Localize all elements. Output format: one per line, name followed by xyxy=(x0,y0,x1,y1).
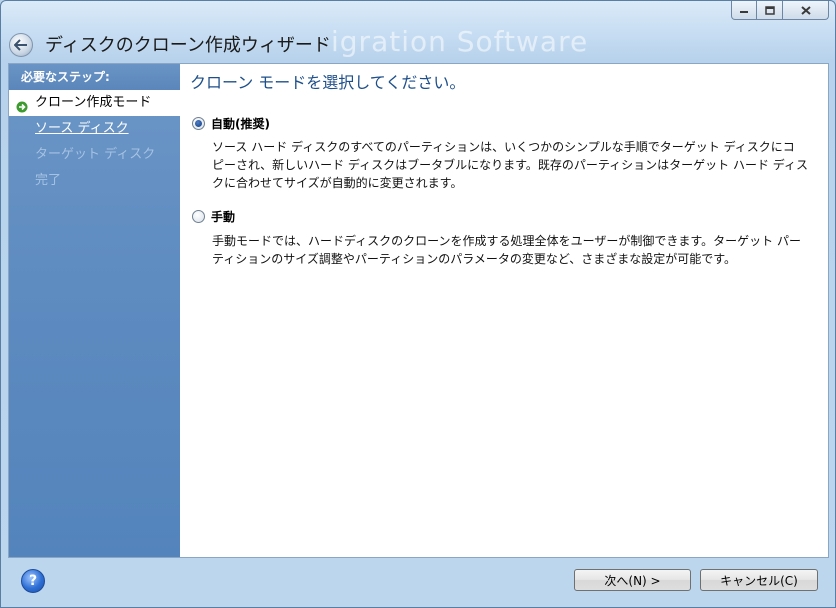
maximize-icon xyxy=(764,5,775,15)
step-label: クローン作成モード xyxy=(35,95,152,110)
step-target-disk: ターゲット ディスク xyxy=(35,147,156,162)
manual-label[interactable]: 手動 xyxy=(211,208,235,225)
cancel-button[interactable]: キャンセル(C) xyxy=(700,569,818,591)
steps-list: クローン作成モード ソース ディスク ターゲット ディスク 完了 xyxy=(9,90,180,194)
wizard-content: 必要なステップ: クローン作成モード ソース ディスク ターゲット ディスク 完… xyxy=(8,63,829,558)
next-button[interactable]: 次へ(N) > xyxy=(574,569,691,591)
minimize-button[interactable] xyxy=(731,1,757,20)
manual-radio[interactable] xyxy=(192,210,205,223)
step-source-disk[interactable]: ソース ディスク xyxy=(9,116,180,142)
main-panel: クローン モードを選択してください。 自動(推奨) ソース ハード ディスクのす… xyxy=(180,64,828,557)
wizard-footer: ? 次へ(N) > キャンセル(C) xyxy=(1,559,835,607)
window-title: ディスクのクローン作成ウィザード xyxy=(45,35,331,56)
automatic-radio[interactable] xyxy=(192,117,205,130)
back-arrow-icon xyxy=(14,39,27,51)
option-manual[interactable]: 手動 xyxy=(192,208,235,225)
option-automatic[interactable]: 自動(推奨) xyxy=(192,115,270,132)
manual-description: 手動モードでは、ハードディスクのクローンを作成する処理全体をユーザーが制御できま… xyxy=(212,234,801,266)
step-clone-mode: クローン作成モード xyxy=(9,90,180,116)
close-button[interactable] xyxy=(783,1,829,20)
wizard-window: igration Software ディスクのクローン作成ウィザード 必要なステ… xyxy=(0,0,836,608)
close-icon xyxy=(800,5,811,15)
back-button[interactable] xyxy=(9,33,33,57)
automatic-description: ソース ハード ディスクのすべてのパーティションは、いくつかのシンプルな手順でタ… xyxy=(212,140,808,190)
background-watermark: igration Software xyxy=(331,25,589,58)
help-button[interactable]: ? xyxy=(21,569,45,593)
step-finish: 完了 xyxy=(35,173,62,188)
automatic-label[interactable]: 自動(推奨) xyxy=(211,115,270,132)
page-title: クローン モードを選択してください。 xyxy=(190,73,466,92)
steps-sidebar: 必要なステップ: クローン作成モード ソース ディスク ターゲット ディスク 完… xyxy=(9,64,180,557)
minimize-icon xyxy=(740,11,748,13)
maximize-button[interactable] xyxy=(757,1,783,20)
sidebar-heading: 必要なステップ: xyxy=(9,64,180,90)
window-controls xyxy=(731,1,829,20)
